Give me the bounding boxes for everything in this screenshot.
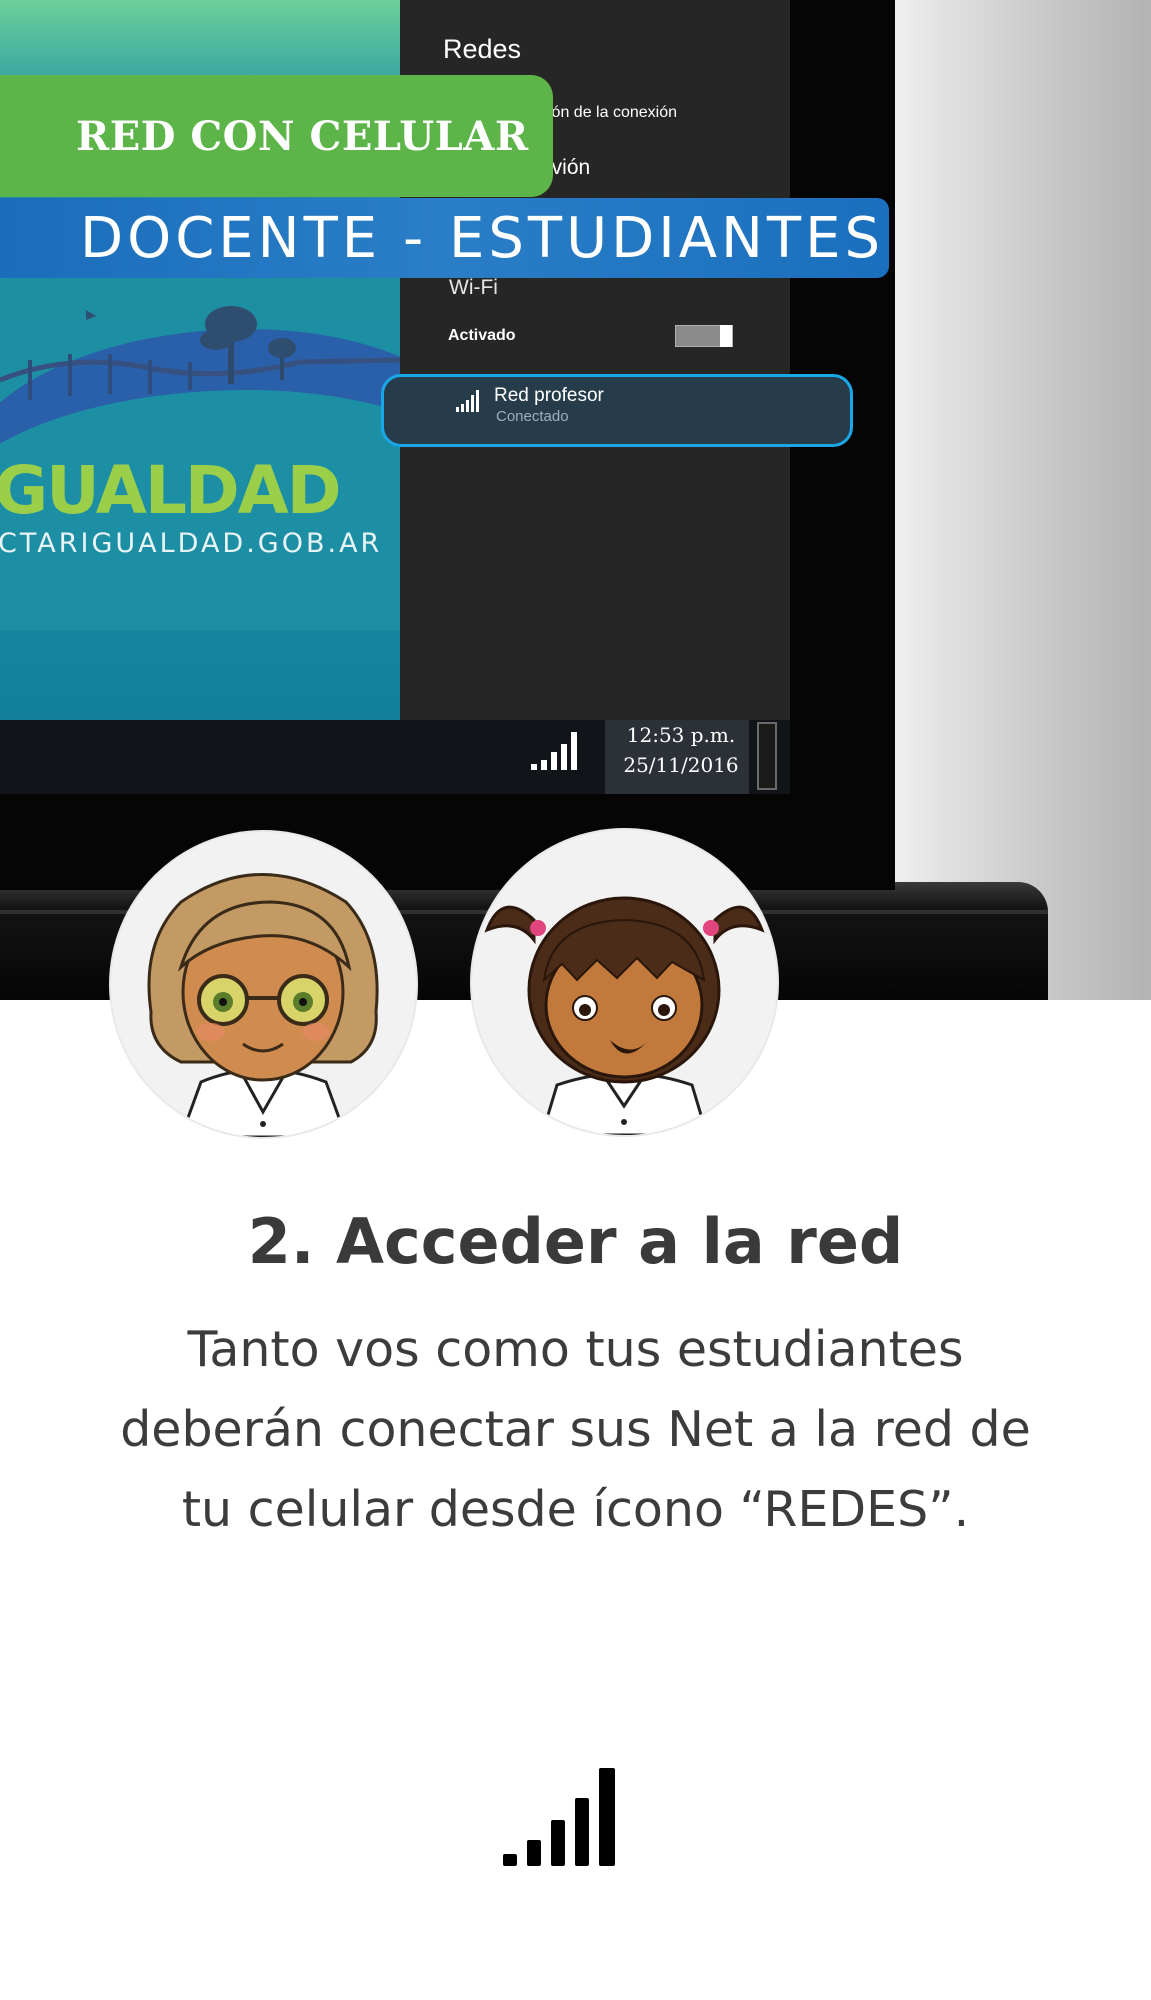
step-description-line: deberán conectar sus Net a la red de [120,1401,1031,1458]
networks-panel-title: Redes [443,34,522,64]
title-banner: RED CON CELULAR [0,75,553,197]
taskbar-time: 12:53 p.m. [626,723,736,747]
wallpaper-logo: GUALDAD [0,452,342,529]
signal-bars-icon [503,1768,615,1866]
show-desktop-button[interactable] [757,722,777,790]
subtitle-banner: DOCENTE - ESTUDIANTES [0,198,889,278]
taskbar-network-icon[interactable] [531,730,579,772]
step-description: Tanto vos como tus estudiantes deberán c… [100,1310,1051,1550]
laptop-body [880,0,1151,1000]
step-description-line: tu celular desde ícono “REDES”. [181,1481,970,1538]
taskbar-clock[interactable]: 12:53 p.m. 25/11/2016 [605,720,749,794]
wallpaper-url: CTARIGUALDAD.GOB.AR [0,528,383,559]
network-name: Red profesor [494,385,604,406]
wifi-toggle[interactable] [675,325,733,347]
signal-bars-icon [456,390,479,412]
wifi-toggle-knob [720,325,732,347]
step-title: 2. Acceder a la red [247,1205,904,1278]
network-item-red-profesor[interactable] [381,374,853,447]
title-banner-text: RED CON CELULAR [76,112,529,160]
connection-settings-link[interactable]: ción de la conexión [540,104,677,122]
wifi-state-label: Activado [448,327,516,344]
teacher-avatar [111,832,416,1137]
step-description-line: Tanto vos como tus estudiantes [187,1321,964,1378]
wifi-section-label: Wi-Fi [449,276,498,299]
student-avatar [472,830,777,1135]
taskbar-date: 25/11/2016 [623,753,739,777]
wallpaper-trees-icon [0,306,400,400]
student-avatar-icon [484,896,765,1135]
network-status: Conectado [496,408,569,425]
subtitle-banner-text: DOCENTE - ESTUDIANTES [80,205,885,271]
teacher-avatar-icon [147,873,379,1137]
